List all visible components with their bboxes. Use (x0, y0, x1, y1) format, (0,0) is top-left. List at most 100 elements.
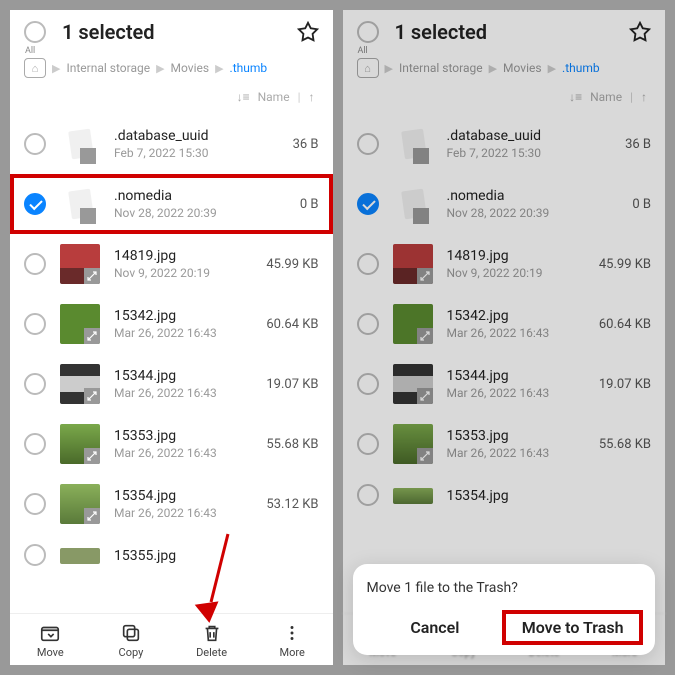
item-checkbox[interactable] (357, 253, 379, 275)
chevron-right-icon: ▶ (215, 62, 223, 75)
move-button[interactable]: Move (10, 622, 91, 659)
crumb-movies[interactable]: Movies (171, 61, 210, 75)
sort-label: Name (590, 90, 622, 104)
list-item-selected[interactable]: .nomediaNov 28, 2022 20:39 0 B (343, 174, 666, 234)
list-item[interactable]: 15354.jpgMar 26, 2022 16:43 53.12 KB (10, 474, 333, 534)
crumb-internal[interactable]: Internal storage (66, 61, 150, 75)
list-item[interactable]: 15344.jpgMar 26, 2022 16:43 19.07 KB (10, 354, 333, 414)
item-checkbox[interactable] (24, 493, 46, 515)
file-name: 15353.jpg (114, 428, 252, 444)
item-checkbox[interactable] (24, 193, 46, 215)
copy-label: Copy (119, 646, 144, 659)
select-all-label: All (25, 46, 35, 56)
chevron-right-icon: ▶ (489, 62, 497, 75)
expand-icon (84, 448, 100, 464)
chevron-right-icon: ▶ (548, 62, 556, 75)
file-list[interactable]: .database_uuidFeb 7, 2022 15:30 36 B .no… (343, 114, 666, 613)
breadcrumb[interactable]: ⌂ ▶ Internal storage ▶ Movies ▶ .thumb (343, 48, 666, 84)
image-thumbnail (60, 548, 100, 564)
crumb-current[interactable]: .thumb (562, 61, 600, 75)
item-checkbox[interactable] (357, 484, 379, 506)
file-name: 15342.jpg (114, 308, 252, 324)
list-item[interactable]: 14819.jpgNov 9, 2022 20:19 45.99 KB (10, 234, 333, 294)
crumb-movies[interactable]: Movies (503, 61, 542, 75)
image-thumbnail (393, 424, 433, 464)
arrow-up-icon[interactable]: ↑ (641, 90, 647, 104)
document-icon (60, 184, 100, 224)
expand-icon (417, 448, 433, 464)
list-item[interactable]: 15353.jpgMar 26, 2022 16:43 55.68 KB (343, 414, 666, 474)
list-item[interactable]: 15342.jpgMar 26, 2022 16:43 60.64 KB (343, 294, 666, 354)
document-icon (393, 124, 433, 164)
sort-icon: ↓≡ (237, 90, 250, 104)
file-name: .nomedia (114, 188, 286, 204)
expand-icon (417, 328, 433, 344)
file-size: 0 B (300, 197, 319, 212)
home-icon[interactable]: ⌂ (357, 58, 379, 78)
favorite-icon[interactable] (629, 21, 651, 43)
list-item[interactable]: .database_uuidFeb 7, 2022 15:30 36 B (343, 114, 666, 174)
file-meta: Mar 26, 2022 16:43 (114, 446, 252, 460)
item-checkbox[interactable] (357, 313, 379, 335)
item-checkbox[interactable] (357, 433, 379, 455)
file-list[interactable]: .database_uuidFeb 7, 2022 15:30 36 B .no… (10, 114, 333, 613)
image-thumbnail (393, 244, 433, 284)
more-button[interactable]: More (252, 622, 333, 659)
list-item[interactable]: 15342.jpgMar 26, 2022 16:43 60.64 KB (10, 294, 333, 354)
select-all-checkbox[interactable] (24, 21, 46, 43)
copy-button[interactable]: Copy (91, 622, 172, 659)
item-checkbox[interactable] (24, 373, 46, 395)
file-meta: Mar 26, 2022 16:43 (447, 446, 585, 460)
list-item[interactable]: 14819.jpgNov 9, 2022 20:19 45.99 KB (343, 234, 666, 294)
header: All 1 selected (10, 10, 333, 48)
item-checkbox[interactable] (357, 373, 379, 395)
file-name: 14819.jpg (114, 248, 252, 264)
move-to-trash-button[interactable]: Move to Trash (504, 612, 641, 643)
file-name: .database_uuid (447, 128, 612, 144)
delete-button[interactable]: Delete (171, 622, 252, 659)
file-size: 0 B (632, 197, 651, 212)
list-item[interactable]: 15355.jpg (10, 534, 333, 568)
file-meta: Mar 26, 2022 16:43 (114, 506, 252, 520)
item-checkbox[interactable] (24, 433, 46, 455)
item-checkbox[interactable] (24, 544, 46, 566)
file-meta: Nov 28, 2022 20:39 (114, 206, 286, 220)
list-item-selected[interactable]: .nomedia Nov 28, 2022 20:39 0 B (10, 174, 333, 234)
expand-icon (84, 508, 100, 524)
list-item[interactable]: 15344.jpgMar 26, 2022 16:43 19.07 KB (343, 354, 666, 414)
home-icon[interactable]: ⌂ (24, 58, 46, 78)
file-name: 15353.jpg (447, 428, 585, 444)
sort-bar[interactable]: ↓≡ Name | ↑ (10, 84, 333, 114)
sort-bar[interactable]: ↓≡ Name | ↑ (343, 84, 666, 114)
list-item[interactable]: 15353.jpgMar 26, 2022 16:43 55.68 KB (10, 414, 333, 474)
item-checkbox[interactable] (357, 193, 379, 215)
list-item[interactable]: 15354.jpg (343, 474, 666, 508)
item-checkbox[interactable] (24, 133, 46, 155)
expand-icon (84, 268, 100, 284)
item-checkbox[interactable] (24, 313, 46, 335)
select-all-checkbox[interactable] (357, 21, 379, 43)
sort-label: Name (258, 90, 290, 104)
left-panel: All 1 selected ⌂ ▶ Internal storage ▶ Mo… (10, 10, 333, 665)
image-thumbnail (60, 424, 100, 464)
arrow-up-icon[interactable]: ↑ (309, 90, 315, 104)
expand-icon (417, 268, 433, 284)
list-item[interactable]: .database_uuidFeb 7, 2022 15:30 36 B (10, 114, 333, 174)
chevron-right-icon: ▶ (156, 62, 164, 75)
file-meta: Mar 26, 2022 16:43 (447, 386, 585, 400)
sort-icon: ↓≡ (569, 90, 582, 104)
file-name: 15344.jpg (447, 368, 585, 384)
favorite-icon[interactable] (297, 21, 319, 43)
file-meta: Feb 7, 2022 15:30 (447, 146, 612, 160)
file-size: 45.99 KB (266, 257, 318, 272)
cancel-button[interactable]: Cancel (367, 612, 504, 643)
chevron-right-icon: ▶ (52, 62, 60, 75)
bottom-toolbar: Move Copy Delete More (10, 613, 333, 665)
file-name: 14819.jpg (447, 248, 585, 264)
crumb-internal[interactable]: Internal storage (399, 61, 483, 75)
breadcrumb[interactable]: ⌂ ▶ Internal storage ▶ Movies ▶ .thumb (10, 48, 333, 84)
item-checkbox[interactable] (357, 133, 379, 155)
crumb-current[interactable]: .thumb (230, 61, 268, 75)
item-checkbox[interactable] (24, 253, 46, 275)
chevron-right-icon: ▶ (385, 62, 393, 75)
